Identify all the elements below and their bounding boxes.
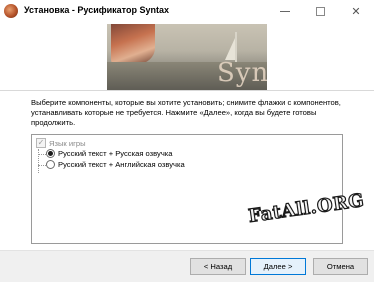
header-banner: Syntax: [0, 24, 374, 90]
title-bar: Установка - Русификатор Syntax ✕: [0, 0, 374, 24]
component-group-row: ✓ Язык игры: [36, 138, 86, 148]
group-label: Язык игры: [49, 138, 86, 148]
instructions-text: Выберите компоненты, которые вы хотите у…: [31, 98, 341, 127]
ship-figure: [111, 24, 155, 64]
radio-button-selected[interactable]: [46, 149, 55, 158]
header-separator: [0, 90, 374, 91]
app-icon: [4, 4, 18, 18]
option-label[interactable]: Русский текст + Русская озвучка: [58, 149, 173, 158]
banner-logo: Syntax: [217, 58, 267, 88]
close-icon: ✕: [351, 5, 361, 18]
button-bar: < Назад Далее > Отмена: [0, 251, 374, 282]
back-button[interactable]: < Назад: [190, 258, 246, 275]
radio-button[interactable]: [46, 160, 55, 169]
sailboat-sail: [225, 38, 235, 60]
banner-image: Syntax: [107, 24, 267, 90]
group-checkbox: ✓: [36, 138, 46, 148]
component-option-row[interactable]: Русский текст + Английская озвучка: [46, 160, 185, 169]
close-button[interactable]: ✕: [339, 0, 373, 22]
minimize-icon: [280, 10, 290, 12]
next-button[interactable]: Далее >: [250, 258, 306, 275]
tree-connector: [38, 165, 46, 166]
tree-connector: [38, 154, 46, 155]
window-title: Установка - Русификатор Syntax: [24, 5, 169, 15]
minimize-button[interactable]: [268, 0, 302, 22]
option-label[interactable]: Русский текст + Английская озвучка: [58, 160, 185, 169]
radio-dot: [48, 151, 53, 156]
cancel-button[interactable]: Отмена: [313, 258, 368, 275]
component-option-row[interactable]: Русский текст + Русская озвучка: [46, 149, 173, 158]
maximize-icon: [315, 6, 325, 16]
components-tree[interactable]: ✓ Язык игры Русский текст + Русская озву…: [31, 134, 343, 244]
tree-connector: [38, 149, 39, 173]
maximize-button[interactable]: [303, 0, 337, 22]
